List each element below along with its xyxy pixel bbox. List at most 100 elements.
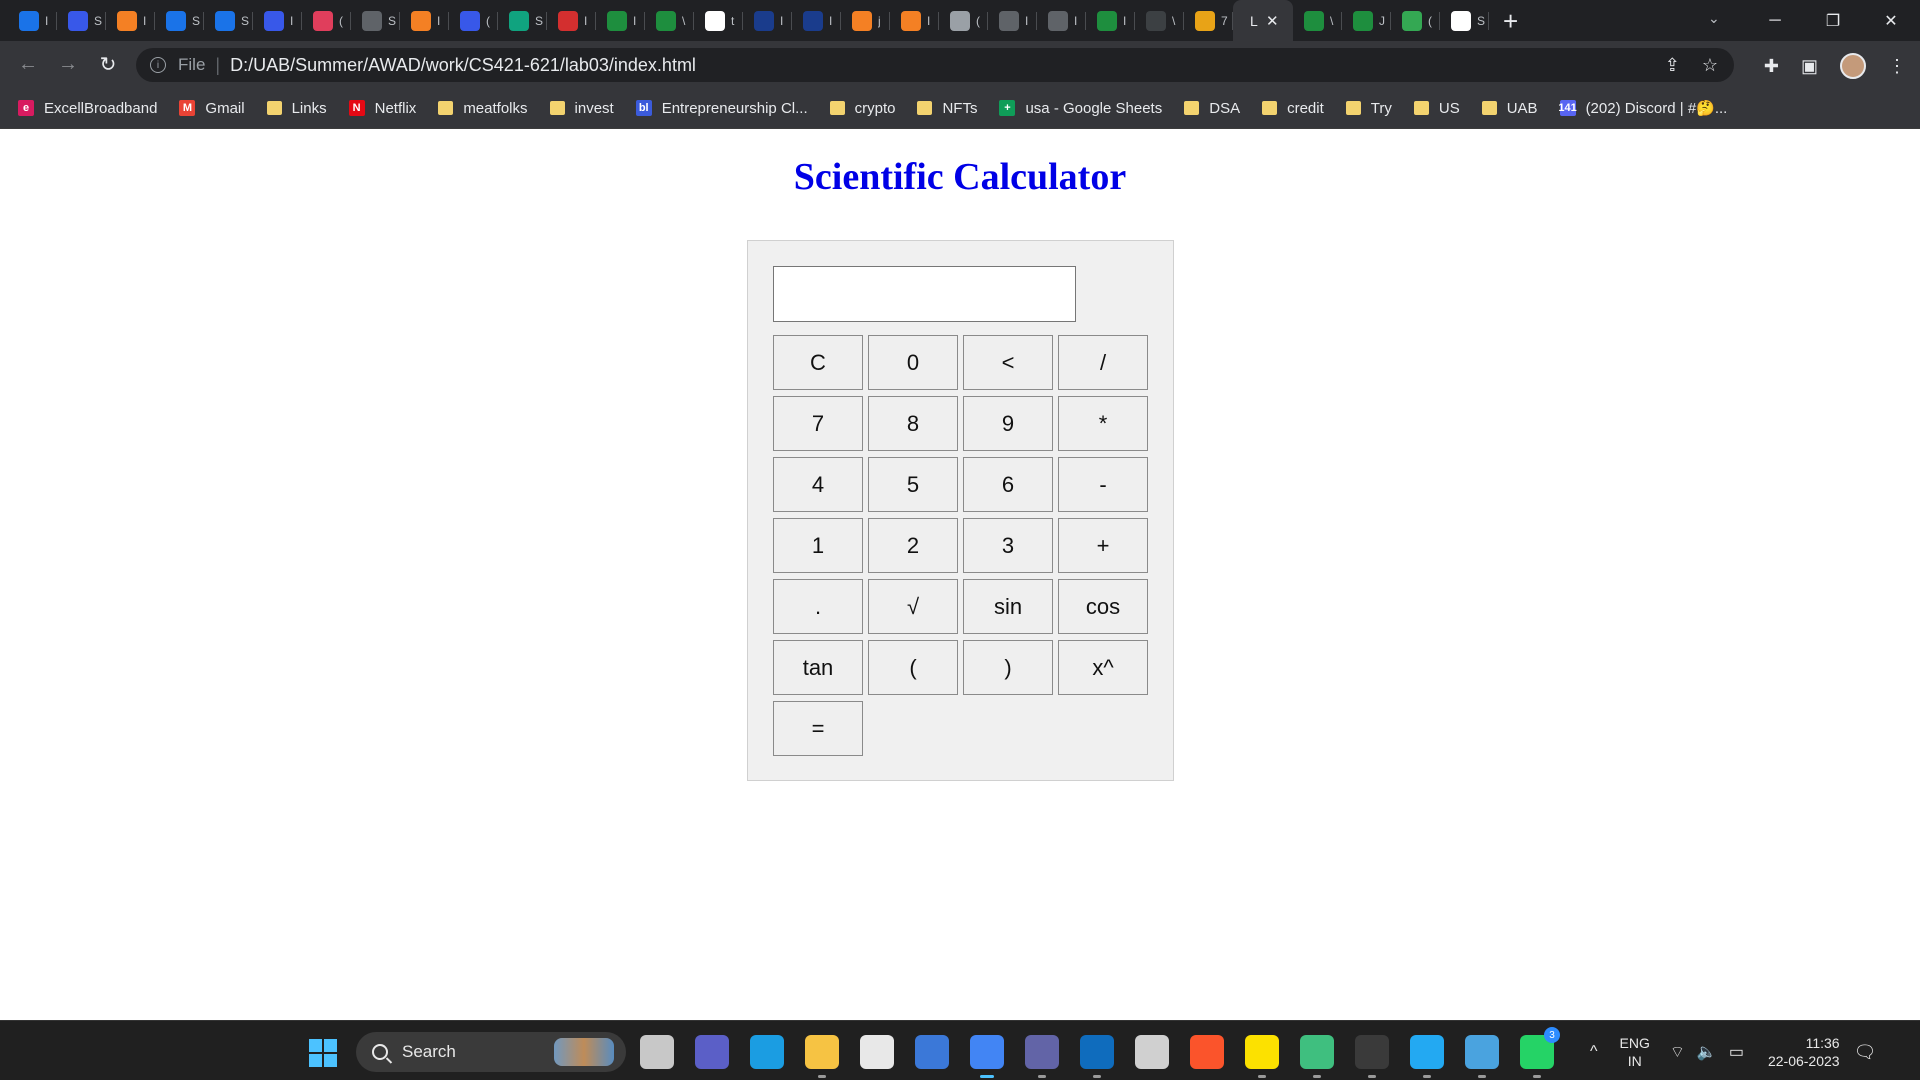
calc-key[interactable]: )	[963, 640, 1053, 695]
tab-search-icon[interactable]: ⌄	[1708, 10, 1720, 27]
whatsapp-icon[interactable]: 3	[1520, 1027, 1560, 1078]
new-tab-button[interactable]: +	[1503, 8, 1518, 34]
browser-tab[interactable]: \	[645, 0, 694, 41]
vscode-icon[interactable]	[1410, 1035, 1444, 1078]
calc-key[interactable]: 5	[868, 457, 958, 512]
clock[interactable]: 11:36 22-06-2023	[1768, 1034, 1840, 1070]
calc-key[interactable]: -	[1058, 457, 1148, 512]
tray-overflow-icon[interactable]: ^	[1590, 1043, 1598, 1061]
bookmark-item[interactable]: M Gmail	[179, 100, 245, 117]
browser-tab[interactable]: \	[1135, 0, 1184, 41]
bookmark-item[interactable]: 141 (202) Discord | #🤔...	[1558, 99, 1727, 117]
share-icon[interactable]: ⇪	[1665, 55, 1680, 76]
bookmark-item[interactable]: N Netflix	[348, 100, 416, 117]
wifi-icon[interactable]: ⌔	[1670, 1042, 1685, 1062]
calc-key[interactable]: 4	[773, 457, 863, 512]
brave-icon[interactable]	[1190, 1035, 1224, 1069]
browser-tab[interactable]: I	[106, 0, 155, 41]
menu-icon[interactable]: ⋮	[1888, 56, 1906, 77]
browser-tab[interactable]: (	[449, 0, 498, 41]
close-window-button[interactable]: ✕	[1862, 11, 1920, 31]
browser-tab[interactable]: S	[498, 0, 547, 41]
battery-icon[interactable]: ▭	[1729, 1042, 1744, 1062]
outlook-icon[interactable]	[1080, 1035, 1114, 1078]
calc-key[interactable]: 2	[868, 518, 958, 573]
site-info-icon[interactable]: i	[150, 57, 166, 73]
calc-key[interactable]: 3	[963, 518, 1053, 573]
calc-key[interactable]: 1	[773, 518, 863, 573]
file-explorer-icon[interactable]	[805, 1035, 839, 1078]
bookmark-item[interactable]: e ExcellBroadband	[18, 100, 157, 117]
browser-tab[interactable]: 7	[1184, 0, 1233, 41]
restore-button[interactable]: ❐	[1804, 11, 1862, 31]
browser-tab-active[interactable]: L ✕	[1233, 0, 1293, 41]
browser-tab[interactable]: S	[351, 0, 400, 41]
bookmark-item[interactable]: US	[1413, 100, 1460, 117]
browser-tab[interactable]: j	[841, 0, 890, 41]
calc-key[interactable]: (	[868, 640, 958, 695]
bookmark-item[interactable]: Try	[1345, 100, 1392, 117]
calc-key[interactable]: cos	[1058, 579, 1148, 634]
calc-key[interactable]: C	[773, 335, 863, 390]
calc-key[interactable]: +	[1058, 518, 1148, 573]
sticky-notes-icon[interactable]	[1245, 1035, 1279, 1078]
browser-tab[interactable]: I	[988, 0, 1037, 41]
calc-key[interactable]: *	[1058, 396, 1148, 451]
browser-tab[interactable]: I	[8, 0, 57, 41]
taskbar-search[interactable]: Search	[356, 1032, 626, 1072]
store-icon[interactable]	[860, 1035, 894, 1069]
browser-tab[interactable]: \	[1293, 0, 1342, 41]
notifications-icon[interactable]: 🗨	[1854, 1042, 1877, 1063]
browser-tab[interactable]: I	[547, 0, 596, 41]
calc-key[interactable]: 8	[868, 396, 958, 451]
browser-tab[interactable]: I	[890, 0, 939, 41]
bookmark-item[interactable]: UAB	[1481, 100, 1538, 117]
calc-key[interactable]: 9	[963, 396, 1053, 451]
calc-key[interactable]: tan	[773, 640, 863, 695]
calc-key[interactable]: =	[773, 701, 863, 756]
calc-key[interactable]: <	[963, 335, 1053, 390]
reload-icon[interactable]: ↻	[88, 52, 128, 77]
bookmark-item[interactable]: Links	[266, 100, 327, 117]
browser-tab[interactable]: t	[694, 0, 743, 41]
calc-key[interactable]: /	[1058, 335, 1148, 390]
side-panel-icon[interactable]: ▣	[1801, 56, 1818, 77]
browser-tab[interactable]: I	[596, 0, 645, 41]
bookmark-item[interactable]: crypto	[829, 100, 895, 117]
calc-key[interactable]: 0	[868, 335, 958, 390]
browser-tab[interactable]: I	[253, 0, 302, 41]
browser-tab[interactable]: I	[1037, 0, 1086, 41]
browser-tab[interactable]: S	[57, 0, 106, 41]
bookmark-item[interactable]: credit	[1262, 100, 1324, 117]
task-view-icon[interactable]	[640, 1035, 674, 1069]
bookmark-item[interactable]: DSA	[1184, 100, 1240, 117]
browser-tab[interactable]: I	[743, 0, 792, 41]
close-tab-icon[interactable]: ✕	[1266, 12, 1279, 30]
browser-tab[interactable]: (	[939, 0, 988, 41]
browser-tab[interactable]: S	[1440, 0, 1489, 41]
bookmark-item[interactable]: bl Entrepreneurship Cl...	[635, 100, 808, 117]
browser-tab[interactable]: S	[155, 0, 204, 41]
browser-tab[interactable]: I	[792, 0, 841, 41]
notepad-icon[interactable]	[1465, 1035, 1499, 1078]
calc-key[interactable]: 7	[773, 396, 863, 451]
bookmark-item[interactable]: NFTs	[917, 100, 977, 117]
back-icon[interactable]: ←	[8, 53, 48, 76]
meet-icon[interactable]	[695, 1035, 729, 1069]
browser-tab[interactable]: I	[1086, 0, 1135, 41]
calculator-display[interactable]	[773, 266, 1076, 322]
browser-tab[interactable]: I	[400, 0, 449, 41]
url-text[interactable]: D:/UAB/Summer/AWAD/work/CS421-621/lab03/…	[230, 55, 696, 76]
calc-key[interactable]: sin	[963, 579, 1053, 634]
chrome-icon[interactable]	[970, 1035, 1004, 1078]
browser-tab[interactable]: J	[1342, 0, 1391, 41]
forward-icon[interactable]: →	[48, 53, 88, 76]
bookmark-item[interactable]: invest	[549, 100, 614, 117]
calc-key[interactable]: .	[773, 579, 863, 634]
gem-app-icon[interactable]	[1300, 1035, 1334, 1078]
teams-icon[interactable]	[1025, 1035, 1059, 1078]
calc-key[interactable]: x^	[1058, 640, 1148, 695]
volume-icon[interactable]: 🔈	[1697, 1042, 1717, 1062]
extensions-icon[interactable]: ✚	[1764, 56, 1779, 77]
pdf-icon[interactable]	[915, 1035, 949, 1069]
